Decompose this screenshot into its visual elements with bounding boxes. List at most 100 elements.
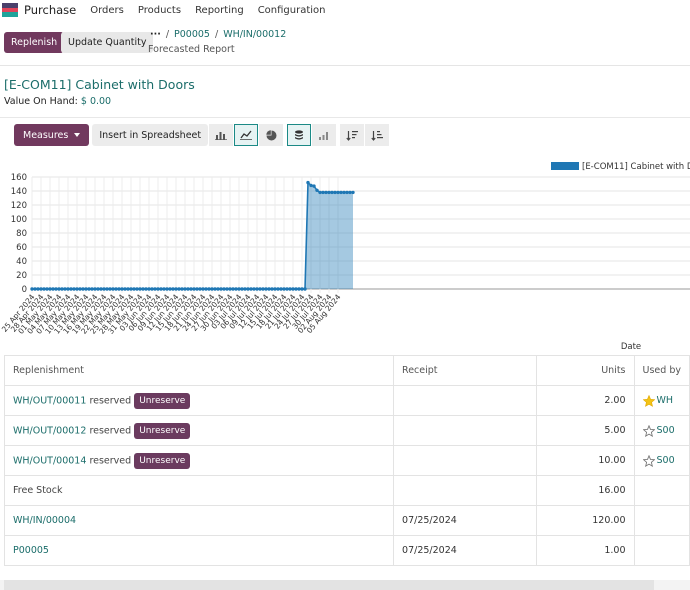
row-reference[interactable]: WH/OUT/00012 [13, 425, 86, 436]
data-point [87, 287, 91, 291]
data-point [105, 287, 109, 291]
data-point [321, 190, 325, 195]
y-tick-label: 120 [11, 201, 27, 211]
y-tick-label: 60 [16, 243, 27, 253]
page-subtitle: Forecasted Report [148, 44, 235, 55]
used-by-ref[interactable]: WH [657, 395, 674, 406]
sort-ascending-icon[interactable] [365, 124, 390, 146]
sort-descending-icon[interactable] [340, 124, 365, 146]
data-point [45, 287, 49, 291]
unreserve-button[interactable]: Unreserve [134, 392, 191, 409]
data-point [255, 287, 259, 291]
bar-chart-icon[interactable] [209, 124, 234, 146]
divider [0, 117, 690, 118]
data-point [264, 287, 268, 291]
data-point [81, 287, 85, 291]
data-point [288, 287, 292, 291]
nav-configuration[interactable]: Configuration [258, 5, 326, 16]
data-point [36, 287, 40, 291]
chart-legend: [E-COM11] Cabinet with Doors [551, 162, 690, 172]
value-on-hand-amount: $ 0.00 [80, 96, 112, 107]
data-point [153, 287, 157, 291]
data-point [291, 287, 295, 291]
y-tick-label: 140 [11, 187, 27, 197]
legend-label[interactable]: [E-COM11] Cabinet with Doors [582, 162, 690, 172]
nav-orders[interactable]: Orders [90, 5, 124, 16]
row-reference[interactable]: WH/OUT/00011 [13, 395, 86, 406]
y-axis-labels: 0 20 40 60 80 100 120 140 160 [11, 173, 27, 295]
data-point [285, 287, 289, 291]
data-point [279, 287, 283, 291]
table-row: P00005 07/25/2024 1.00 [3, 535, 690, 566]
star-outline-icon[interactable] [642, 424, 655, 437]
star-outline-icon[interactable] [642, 454, 655, 467]
data-point [216, 287, 220, 291]
breadcrumb-more[interactable]: ··· [150, 29, 161, 40]
cell-replenishment: P00005 [3, 535, 395, 566]
data-point [198, 287, 202, 291]
cell-used-by: WH [633, 385, 690, 416]
cumulative-icon[interactable] [312, 124, 337, 146]
table-footer-scroll[interactable] [0, 580, 690, 590]
data-point [252, 287, 256, 291]
cell-units: 1.00 [535, 535, 635, 566]
cell-replenishment: WH/OUT/00014 reserved Unreserve [3, 445, 395, 476]
breadcrumb-wh-in[interactable]: WH/IN/00012 [223, 29, 286, 40]
data-point [60, 287, 64, 291]
data-point [111, 287, 115, 291]
breadcrumb-p00005[interactable]: P00005 [174, 29, 210, 40]
data-point [135, 287, 139, 291]
row-reference[interactable]: WH/IN/00004 [13, 515, 76, 526]
cell-used-by: S00 [633, 415, 690, 446]
unreserve-button[interactable]: Unreserve [134, 452, 191, 469]
top-navbar: Purchase Orders Products Reporting Confi… [0, 0, 690, 20]
unreserve-button[interactable]: Unreserve [134, 422, 191, 439]
update-quantity-button[interactable]: Update Quantity [61, 32, 154, 53]
value-on-hand-label: Value On Hand: [4, 96, 78, 107]
app-name[interactable]: Purchase [24, 3, 76, 17]
data-point [138, 287, 142, 291]
product-title[interactable]: [E-COM11] Cabinet with Doors [4, 77, 195, 92]
data-point [192, 287, 196, 291]
replenish-button[interactable]: Replenish [4, 32, 65, 53]
data-point [180, 287, 184, 291]
row-reference[interactable]: P00005 [13, 545, 49, 556]
cell-replenishment: Free Stock [3, 475, 395, 506]
data-point [144, 287, 148, 291]
pie-chart-icon[interactable] [259, 124, 284, 146]
measures-dropdown[interactable]: Measures [14, 124, 90, 146]
data-point [348, 190, 352, 195]
used-by-ref[interactable]: S00 [657, 455, 675, 466]
data-point [339, 190, 343, 195]
used-by-ref[interactable]: S00 [657, 425, 675, 436]
star-filled-icon[interactable] [642, 394, 655, 407]
nav-reporting[interactable]: Reporting [195, 5, 244, 16]
data-point [219, 287, 223, 291]
data-point [213, 287, 217, 291]
data-point [273, 287, 277, 291]
data-point [303, 287, 307, 291]
col-units: Units [535, 355, 635, 386]
stacked-icon[interactable] [287, 124, 312, 146]
data-point [159, 287, 163, 291]
data-point [234, 287, 238, 291]
cell-units: 16.00 [535, 475, 635, 506]
data-point [174, 287, 178, 291]
insert-spreadsheet-button[interactable]: Insert in Spreadsheet [92, 124, 209, 146]
cell-used-by [633, 505, 690, 536]
data-point [297, 287, 301, 291]
data-point [114, 287, 118, 291]
data-point [228, 287, 232, 291]
data-point [312, 184, 316, 188]
data-point [333, 190, 337, 195]
cell-used-by [633, 535, 690, 566]
measures-label: Measures [23, 129, 69, 141]
table-row: WH/IN/00004 07/25/2024 120.00 [3, 505, 690, 536]
line-chart-icon[interactable] [234, 124, 259, 146]
chart-grid [31, 176, 690, 293]
row-reference[interactable]: WH/OUT/00014 [13, 455, 86, 466]
nav-products[interactable]: Products [138, 5, 181, 16]
data-point [204, 287, 208, 291]
control-panel: Replenish Update Quantity ··· / P00005 /… [0, 22, 690, 66]
purchase-app-icon[interactable] [2, 3, 18, 17]
